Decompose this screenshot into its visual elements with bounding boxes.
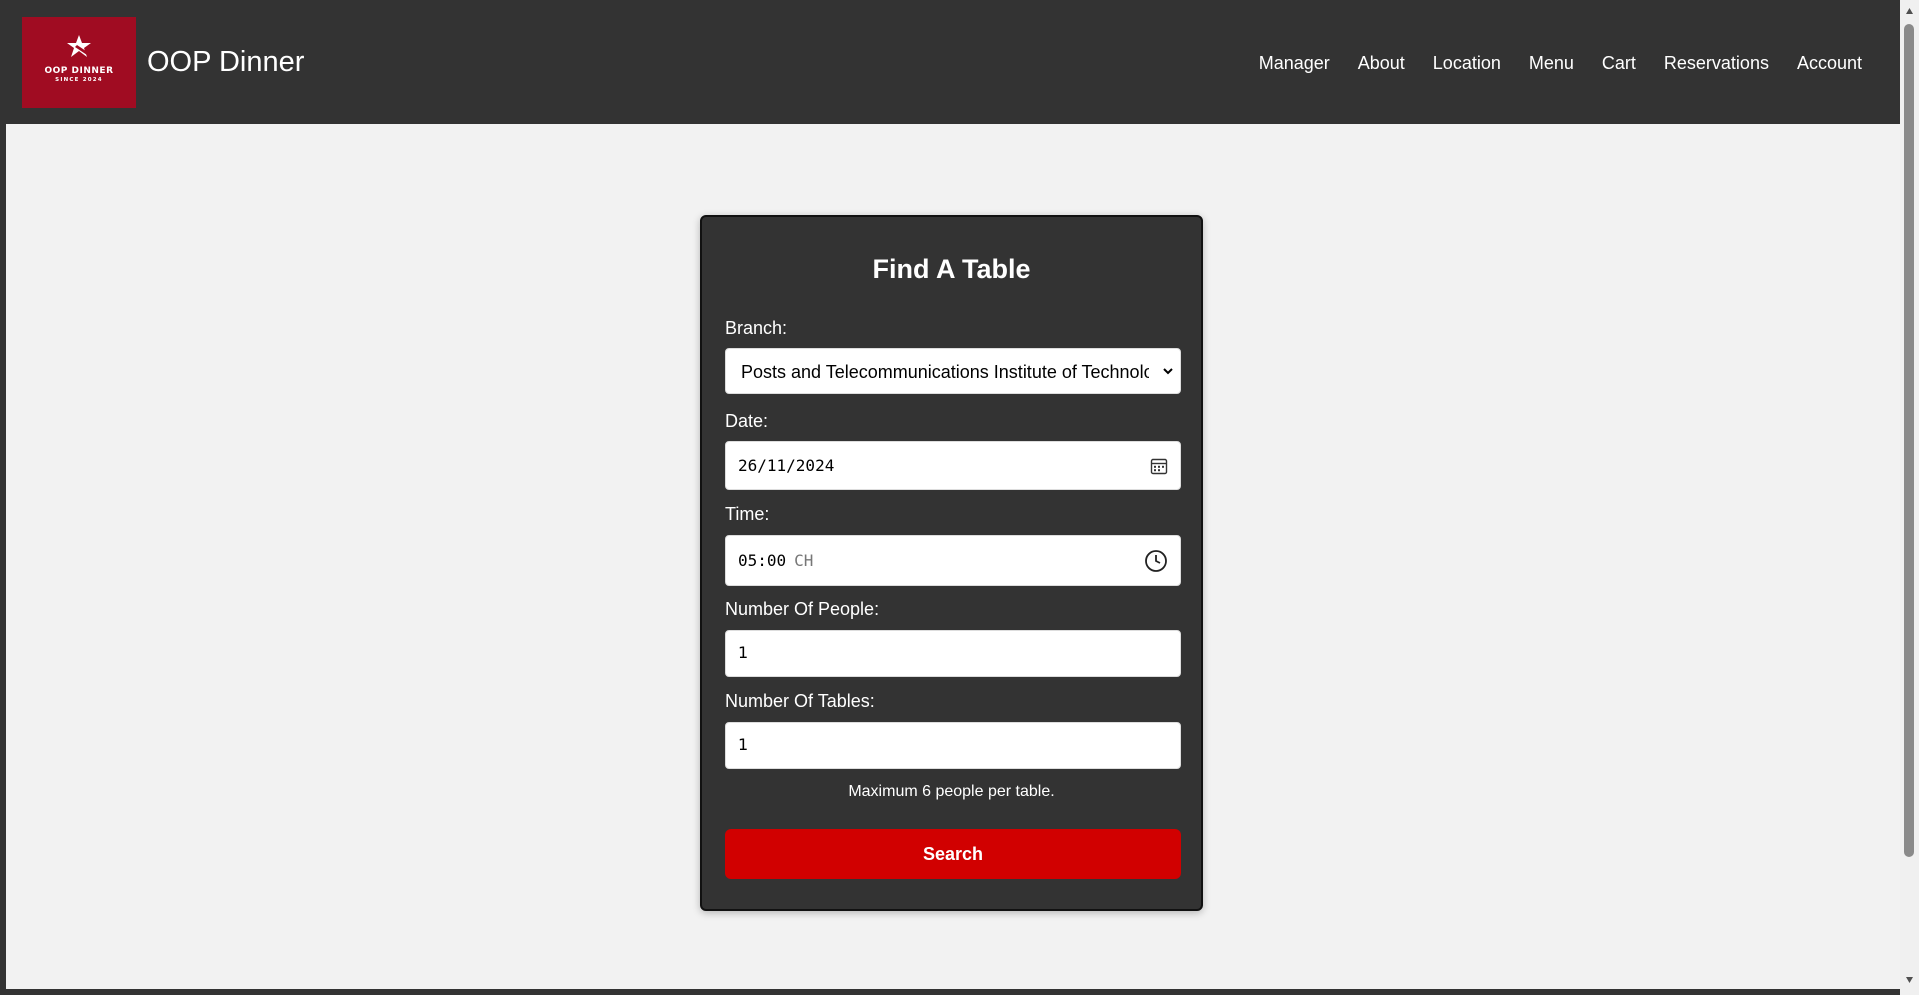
navbar: OOP DINNER SINCE 2024 OOP Dinner Manager… — [6, 0, 1900, 124]
branch-label: Branch: — [725, 318, 788, 338]
time-period: CH — [794, 551, 814, 570]
logo-text: OOP DINNER — [44, 66, 114, 76]
people-label: Number Of People: — [725, 599, 880, 619]
nav-link-reservations[interactable]: Reservations — [1650, 52, 1783, 74]
nav-link-manager[interactable]: Manager — [1245, 52, 1344, 74]
time-input[interactable]: 05:00 CH — [725, 535, 1181, 586]
form-title: Find A Table — [872, 254, 1031, 284]
page-viewport: OOP DINNER SINCE 2024 OOP Dinner Manager… — [6, 0, 1900, 989]
date-value: 26/11/2024 — [738, 456, 835, 475]
brand-logo[interactable]: OOP DINNER SINCE 2024 — [22, 17, 136, 108]
nav-link-account[interactable]: Account — [1783, 52, 1876, 74]
tables-value: 1 — [738, 735, 749, 754]
branch-select[interactable]: Posts and Telecommunications Institute o… — [725, 348, 1181, 394]
scroll-up-arrow-icon[interactable] — [1905, 7, 1914, 15]
star-plane-logo-icon — [67, 35, 91, 57]
scrollbar-thumb[interactable] — [1904, 24, 1914, 857]
date-input[interactable]: 26/11/2024 — [725, 441, 1181, 490]
nav-link-about[interactable]: About — [1344, 52, 1419, 74]
people-input[interactable]: 1 — [725, 630, 1181, 677]
people-value: 1 — [738, 643, 749, 662]
chevron-down-icon — [1163, 368, 1173, 375]
time-value: 05:00 — [738, 551, 787, 570]
tables-input[interactable]: 1 — [725, 722, 1181, 769]
nav-link-menu[interactable]: Menu — [1515, 52, 1588, 74]
calendar-icon[interactable] — [1150, 457, 1168, 475]
search-button[interactable]: Search — [725, 829, 1181, 879]
brand-name[interactable]: OOP Dinner — [147, 44, 304, 80]
max-people-note: Maximum 6 people per table. — [848, 783, 1055, 800]
nav-link-location[interactable]: Location — [1419, 52, 1515, 74]
tables-label: Number Of Tables: — [725, 691, 875, 711]
main-nav: Manager About Location Menu Cart Reserva… — [1245, 52, 1876, 74]
branch-selected-value: Posts and Telecommunications Institute o… — [741, 362, 1149, 382]
page-scrollbar[interactable] — [1900, 0, 1919, 995]
scroll-down-arrow-icon[interactable] — [1905, 976, 1914, 984]
find-table-card: Find A Table Branch: Posts and Telecommu… — [700, 215, 1203, 911]
browser-window: OOP DINNER SINCE 2024 OOP Dinner Manager… — [0, 0, 1919, 995]
time-label: Time: — [725, 504, 770, 524]
nav-link-cart[interactable]: Cart — [1588, 52, 1650, 74]
logo-subtext: SINCE 2024 — [55, 77, 103, 83]
clock-icon[interactable] — [1144, 549, 1168, 573]
date-label: Date: — [725, 411, 769, 431]
